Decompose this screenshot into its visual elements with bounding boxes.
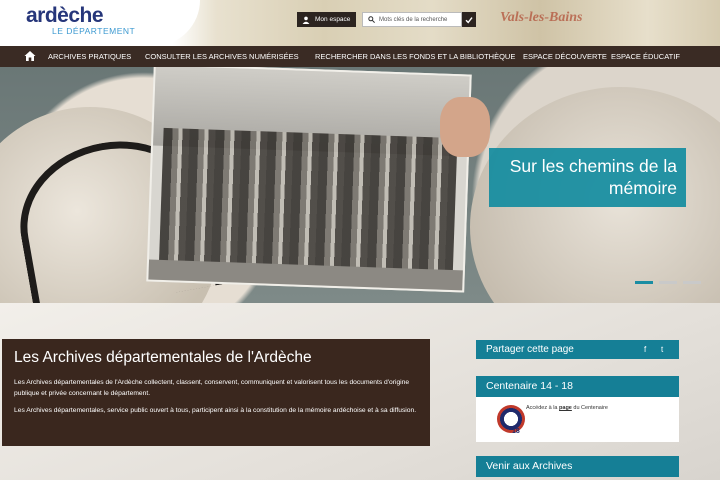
centenaire-title[interactable]: Centenaire 14 - 18 <box>476 376 679 397</box>
search-icon <box>368 16 375 23</box>
intro-box: Les Archives départementales de l'Ardèch… <box>2 339 430 446</box>
account-button[interactable]: Mon espace <box>297 12 357 27</box>
facebook-icon[interactable]: f <box>644 340 646 359</box>
centenaire-page-link[interactable]: page <box>559 405 572 411</box>
hero-hand <box>440 97 490 157</box>
share-bar: Partager cette page f t <box>476 340 679 359</box>
search-submit-button[interactable] <box>462 12 476 27</box>
twitter-icon[interactable]: t <box>661 340 663 359</box>
search-placeholder: Mots clés de la recherche <box>379 16 448 23</box>
venir-aux-archives[interactable]: Venir aux Archives <box>476 456 679 477</box>
intro-paragraph-2: Les Archives départementales, service pu… <box>14 407 417 414</box>
centenaire-card: 18 Accédez à la page du Centenaire <box>476 397 679 442</box>
main-navigation: ARCHIVES PRATIQUES CONSULTER LES ARCHIVE… <box>0 46 720 67</box>
slide-dot-1[interactable] <box>635 281 653 284</box>
site-logo[interactable]: ardèche LE DÉPARTEMENT <box>26 4 136 36</box>
slide-indicators <box>635 281 701 284</box>
nav-item-archives-pratiques[interactable]: ARCHIVES PRATIQUES <box>48 46 131 67</box>
search-input[interactable]: Mots clés de la recherche <box>362 12 462 27</box>
nav-item-espace-decouverte[interactable]: ESPACE DÉCOUVERTE <box>523 46 607 67</box>
intro-paragraph-1: Les Archives départementales de l'Ardèch… <box>14 379 410 397</box>
user-icon <box>302 16 310 24</box>
check-icon <box>465 16 473 23</box>
hero-caption[interactable]: Sur les chemins de la mémoire <box>489 148 686 207</box>
account-label: Mon espace <box>315 16 351 23</box>
home-icon[interactable] <box>24 50 36 62</box>
slide-dot-3[interactable] <box>683 281 701 284</box>
nav-item-archives-numerisees[interactable]: CONSULTER LES ARCHIVES NUMÉRISÉES <box>145 46 299 67</box>
header-background-text: Vals-les-Bains <box>500 10 583 25</box>
nav-item-espace-educatif[interactable]: ESPACE ÉDUCATIF <box>611 46 680 67</box>
site-header: Vals-les-Bains ardèche LE DÉPARTEMENT Mo… <box>0 0 720 46</box>
page-title: Les Archives départementales de l'Ardèch… <box>14 349 312 366</box>
nav-item-rechercher[interactable]: RECHERCHER DANS LES FONDS ET LA BIBLIOTH… <box>315 46 515 67</box>
logo-subtitle: LE DÉPARTEMENT <box>52 26 136 36</box>
centenaire-text: Accédez à la page du Centenaire <box>526 405 608 411</box>
logo-wordmark: ardèche <box>26 4 104 27</box>
slide-dot-2[interactable] <box>659 281 677 284</box>
share-label: Partager cette page <box>486 344 574 355</box>
hero-archive-photo <box>146 67 472 293</box>
hero-slideshow[interactable]: Sur les chemins de la mémoire <box>0 67 720 303</box>
centenaire-logo-icon <box>497 405 525 433</box>
centenaire-badge-number: 18 <box>512 428 520 435</box>
